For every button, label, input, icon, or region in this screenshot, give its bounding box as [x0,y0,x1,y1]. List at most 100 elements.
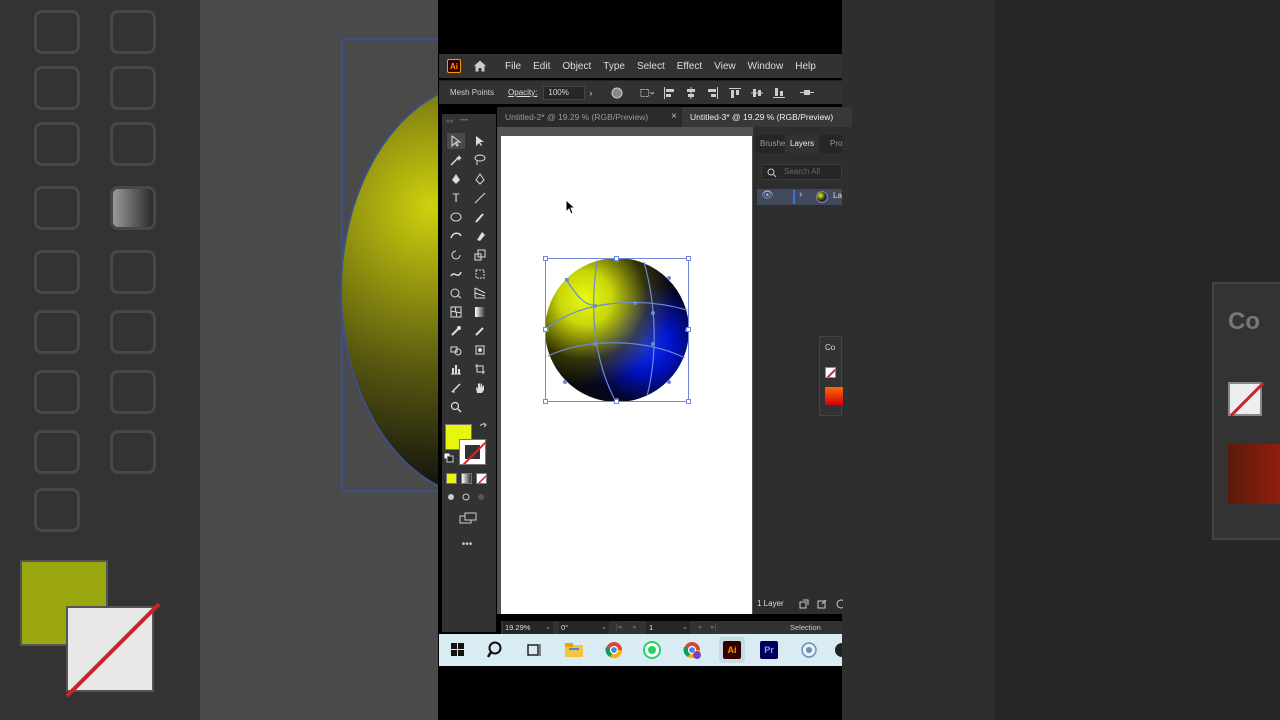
menu-file[interactable]: File [505,61,521,72]
collect-export-icon[interactable] [799,599,809,609]
distribute-icon[interactable] [800,87,815,99]
draw-inside-icon[interactable] [475,491,487,503]
page-chevron-icon[interactable]: ⌄ [682,621,688,634]
first-page-icon[interactable]: |◂ [616,621,621,634]
perspective-grid-tool-icon[interactable] [471,285,489,301]
curvature-tool-icon[interactable] [471,171,489,187]
gradient-tool-icon[interactable] [471,304,489,320]
menu-effect[interactable]: Effect [677,61,702,72]
menu-edit[interactable]: Edit [533,61,550,72]
rotation-chevron-icon[interactable]: ⌄ [601,621,607,634]
task-view-icon[interactable] [524,640,544,660]
free-transform-tool-icon[interactable] [471,266,489,282]
recolor-icon[interactable] [610,87,624,99]
windows-start-icon[interactable] [448,640,468,660]
draw-behind-icon[interactable] [460,491,472,503]
align-center-icon[interactable] [684,86,698,99]
menu-select[interactable]: Select [637,61,665,72]
menu-window[interactable]: Window [748,61,784,72]
rotate-tool-icon[interactable] [447,247,465,263]
shape-builder-tool-icon[interactable] [447,285,465,301]
mesh-tool-icon[interactable] [447,304,465,320]
measure-tool-icon[interactable] [471,323,489,339]
magic-wand-tool-icon[interactable] [447,152,465,168]
swap-colors-icon[interactable] [477,421,489,433]
tab-layers[interactable]: Layers [785,135,819,153]
eraser-tool-icon[interactable] [471,228,489,244]
chrome-profile-icon[interactable] [682,640,702,660]
draw-normal-icon[interactable] [445,491,457,503]
tab-untitled-3[interactable]: Untitled-3* @ 19.29 % (RGB/Preview) [682,107,852,127]
chrome-icon[interactable] [604,640,624,660]
align-top-icon[interactable] [728,87,742,99]
artboard-tool-icon[interactable] [471,361,489,377]
handle-left[interactable] [543,327,548,332]
warp-tool-icon[interactable] [447,266,465,282]
none-swatch[interactable] [825,367,836,378]
close-icon[interactable]: × [671,107,677,127]
menu-type[interactable]: Type [603,61,625,72]
collapse-icon[interactable]: «« [446,118,454,125]
hand-tool-icon[interactable] [471,380,489,396]
lasso-tool-icon[interactable] [471,152,489,168]
zoom-tool-icon[interactable] [447,399,465,415]
tab-properties[interactable]: Pro [830,135,842,153]
color-mode-icon[interactable] [446,473,457,484]
symbol-sprayer-tool-icon[interactable] [447,342,465,358]
stroke-swatch[interactable] [459,439,486,465]
grip-icon[interactable]: •••• [460,118,468,124]
last-page-icon[interactable]: ▸| [711,621,716,634]
selection-tool-icon[interactable] [447,133,465,149]
chevron-right-icon[interactable]: › [799,189,802,200]
align-left-icon[interactable] [662,86,676,99]
home-icon[interactable] [473,59,487,73]
paintbrush-tool-icon[interactable] [471,209,489,225]
illustrator-taskbar-icon[interactable]: Ai [719,637,745,663]
opacity-input[interactable]: 100% [543,85,586,100]
handle-bottom-right[interactable] [686,399,691,404]
ellipse-tool-icon[interactable] [447,209,465,225]
none-mode-icon[interactable] [476,473,487,484]
handle-top[interactable] [614,256,619,261]
opacity-label[interactable]: Opacity: [508,88,537,97]
menu-object[interactable]: Object [562,61,591,72]
more-tools-icon[interactable]: ••• [458,536,476,552]
eyedropper-tool-icon[interactable] [447,323,465,339]
eye-icon[interactable]: 👁 [761,190,774,201]
zoom-chevron-icon[interactable]: ⌄ [545,621,551,634]
menu-view[interactable]: View [714,61,736,72]
handle-top-left[interactable] [543,256,548,261]
type-tool-icon[interactable]: T [447,190,465,206]
align-right-icon[interactable] [706,86,720,99]
whatsapp-icon[interactable] [642,640,662,660]
menu-help[interactable]: Help [795,61,816,72]
file-explorer-icon[interactable] [564,640,584,660]
tab-untitled-2[interactable]: Untitled-2* @ 19.29 % (RGB/Preview) × [497,107,681,127]
gradient-mode-icon[interactable] [461,473,472,484]
make-clip-icon[interactable] [835,599,843,609]
prev-page-icon[interactable]: ◂ [632,621,636,634]
layer-name[interactable]: La [833,191,842,200]
graph-tool-icon[interactable] [447,361,465,377]
scale-tool-icon[interactable] [471,247,489,263]
handle-top-right[interactable] [686,256,691,261]
shaper-tool-icon[interactable] [447,228,465,244]
layer-row[interactable]: 👁 › La [757,189,842,205]
handle-bottom[interactable] [614,399,619,404]
handle-right[interactable] [686,327,691,332]
handle-bottom-left[interactable] [543,399,548,404]
align-to-icon[interactable] [640,87,655,99]
app-icon[interactable] [799,640,819,660]
slice-tool-icon[interactable] [447,380,465,396]
opacity-arrow-icon[interactable]: › [589,88,592,98]
layers-search-input[interactable]: Search All [761,164,842,180]
export-icon[interactable] [817,599,827,609]
line-tool-icon[interactable] [471,190,489,206]
symbol-tool-icon[interactable] [471,342,489,358]
tab-brushes[interactable]: Brushe [760,135,785,153]
color-spectrum[interactable] [825,387,843,405]
direct-selection-tool-icon[interactable] [471,133,489,149]
premiere-icon[interactable]: Pr [759,640,779,660]
pen-tool-icon[interactable] [447,171,465,187]
overflow-app-icon[interactable] [833,640,842,660]
